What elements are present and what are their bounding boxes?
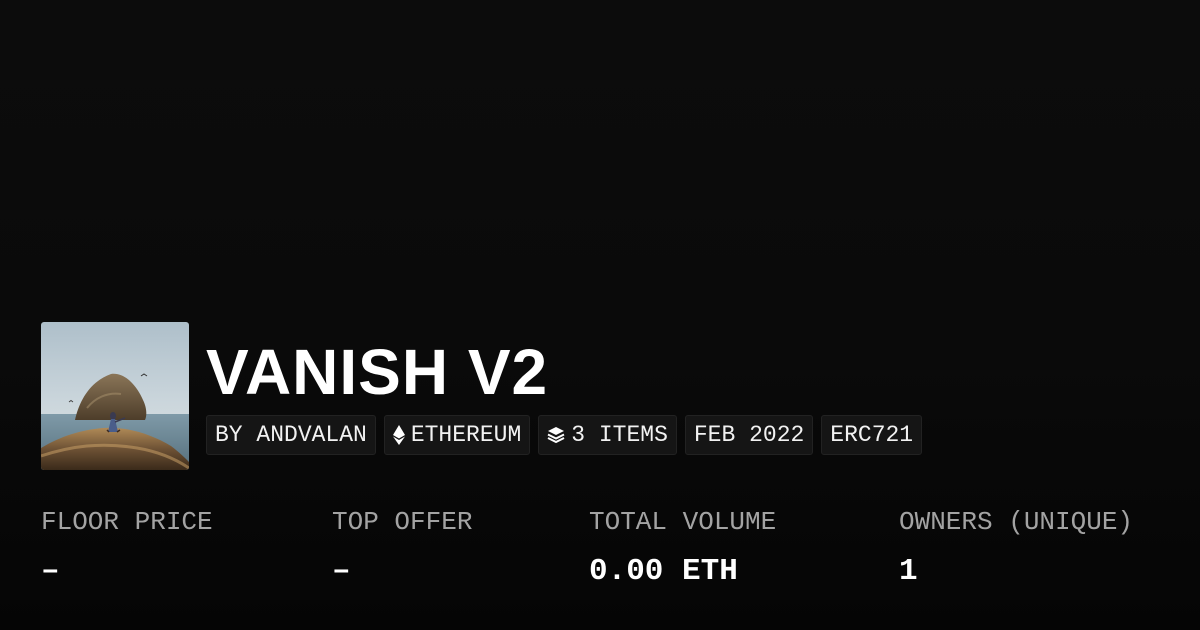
creator-label: BY ANDVALAN — [215, 422, 367, 448]
chain-chip[interactable]: ETHEREUM — [383, 415, 531, 455]
collection-card: VANISH V2 BY ANDVALAN ETHEREUM 3 ITEMS F… — [0, 0, 1200, 630]
chain-label: ETHEREUM — [410, 422, 522, 448]
item-count-chip[interactable]: 3 ITEMS — [538, 415, 677, 455]
stat-label: FLOOR PRICE — [41, 507, 213, 537]
token-standard-chip: ERC721 — [821, 415, 923, 455]
stat-value: 1 — [899, 554, 918, 589]
stat-value: – — [332, 554, 351, 589]
stat-top-offer: TOP OFFER – — [332, 502, 472, 592]
stat-unique-owners: OWNERS (UNIQUE) 1 — [899, 502, 1133, 592]
item-count-label: 3 ITEMS — [571, 422, 668, 448]
stat-label: OWNERS (UNIQUE) — [899, 507, 1134, 537]
creator-chip[interactable]: BY ANDVALAN — [206, 415, 376, 455]
collection-title: VANISH V2 — [206, 336, 549, 408]
stat-label: TOP OFFER — [332, 507, 473, 537]
stat-floor-price: FLOOR PRICE – — [41, 502, 213, 592]
collection-thumbnail[interactable] — [41, 322, 189, 470]
stat-value: 0.00 ETH — [589, 554, 738, 589]
layers-icon — [547, 427, 565, 444]
collection-meta-chips: BY ANDVALAN ETHEREUM 3 ITEMS FEB 2022 ER… — [206, 415, 923, 455]
collection-artwork-image — [41, 322, 189, 470]
stat-total-volume: TOTAL VOLUME 0.00 ETH — [589, 502, 776, 592]
created-date-label: FEB 2022 — [693, 422, 805, 448]
created-date-chip: FEB 2022 — [684, 415, 814, 455]
stat-label: TOTAL VOLUME — [589, 507, 777, 537]
stat-value: – — [41, 554, 60, 589]
token-standard-label: ERC721 — [830, 422, 914, 448]
ethereum-icon — [392, 425, 405, 445]
